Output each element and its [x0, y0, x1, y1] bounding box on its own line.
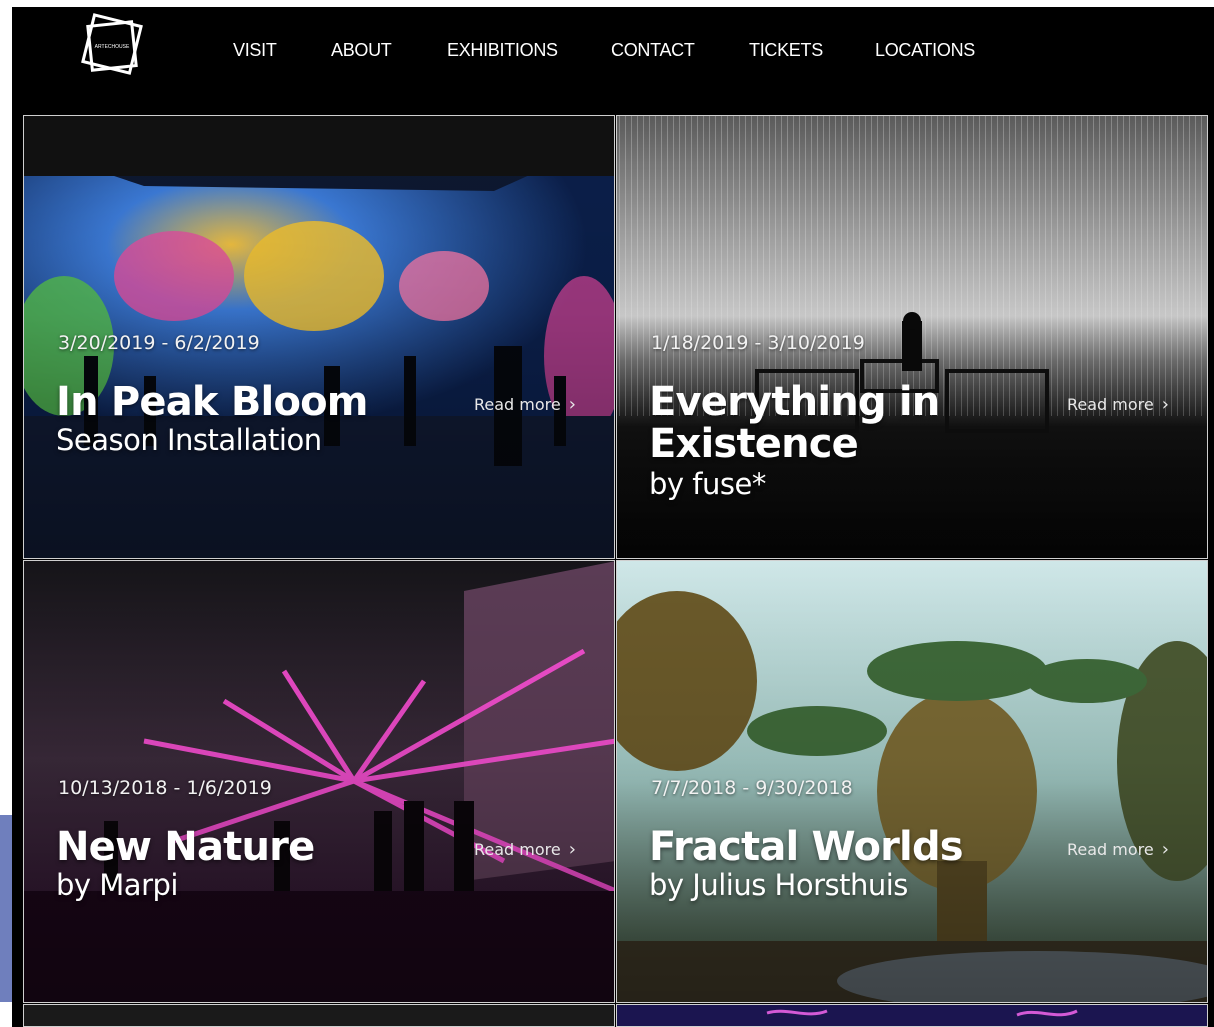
exhibition-title: Fractal Worlds [649, 824, 964, 870]
nav-item-locations[interactable]: LOCATIONS [875, 40, 975, 61]
page-side-band [0, 815, 12, 1002]
exhibition-title: Everything in Existence [649, 379, 940, 467]
nav-item-about[interactable]: ABOUT [331, 40, 392, 61]
exhibition-title: In Peak Bloom [56, 379, 369, 425]
exhibition-image-next-right [617, 1005, 1207, 1026]
exhibition-card-everything-in-existence[interactable]: 1/18/2019 - 3/10/2019 Everything in Exis… [616, 115, 1208, 559]
exhibition-card-next-right[interactable] [616, 1004, 1208, 1027]
exhibition-title: New Nature [56, 824, 315, 870]
exhibition-dates: 7/7/2018 - 9/30/2018 [651, 777, 853, 799]
exhibition-subtitle: Season Installation [56, 423, 322, 457]
site-header: ARTECHOUSE VISIT ABOUT EXHIBITIONS CONTA… [12, 7, 1214, 115]
nav-item-exhibitions[interactable]: EXHIBITIONS [447, 40, 558, 61]
exhibition-dates: 1/18/2019 - 3/10/2019 [651, 332, 865, 354]
exhibition-subtitle: by Julius Horsthuis [649, 868, 908, 902]
nav-item-visit[interactable]: VISIT [233, 40, 277, 61]
nav-item-contact[interactable]: CONTACT [611, 40, 695, 61]
exhibition-subtitle: by fuse* [649, 467, 766, 501]
exhibition-card-new-nature[interactable]: 10/13/2018 - 1/6/2019 New Nature by Marp… [23, 560, 615, 1003]
read-more-label: Read more [474, 395, 561, 414]
read-more-link[interactable]: Read more › [1067, 839, 1169, 860]
chevron-right-icon: › [1161, 839, 1169, 860]
exhibition-dates: 10/13/2018 - 1/6/2019 [58, 777, 272, 799]
read-more-link[interactable]: Read more › [474, 839, 576, 860]
exhibition-card-fractal-worlds[interactable]: 7/7/2018 - 9/30/2018 Fractal Worlds by J… [616, 560, 1208, 1003]
svg-text:ARTECHOUSE: ARTECHOUSE [95, 44, 130, 50]
chevron-right-icon: › [568, 839, 576, 860]
site-logo[interactable]: ARTECHOUSE [76, 10, 148, 82]
read-more-label: Read more [1067, 395, 1154, 414]
exhibition-subtitle: by Marpi [56, 868, 178, 902]
chevron-right-icon: › [568, 394, 576, 415]
page-frame: ARTECHOUSE VISIT ABOUT EXHIBITIONS CONTA… [12, 7, 1214, 1027]
exhibition-dates: 3/20/2019 - 6/2/2019 [58, 332, 260, 354]
read-more-link[interactable]: Read more › [474, 394, 576, 415]
artechouse-logo-icon: ARTECHOUSE [81, 13, 143, 75]
nav-item-tickets[interactable]: TICKETS [749, 40, 823, 61]
exhibition-card-next-left[interactable] [23, 1004, 615, 1027]
chevron-right-icon: › [1161, 394, 1169, 415]
read-more-label: Read more [1067, 840, 1154, 859]
read-more-link[interactable]: Read more › [1067, 394, 1169, 415]
read-more-label: Read more [474, 840, 561, 859]
exhibition-card-peak-bloom[interactable]: 3/20/2019 - 6/2/2019 In Peak Bloom Seaso… [23, 115, 615, 559]
